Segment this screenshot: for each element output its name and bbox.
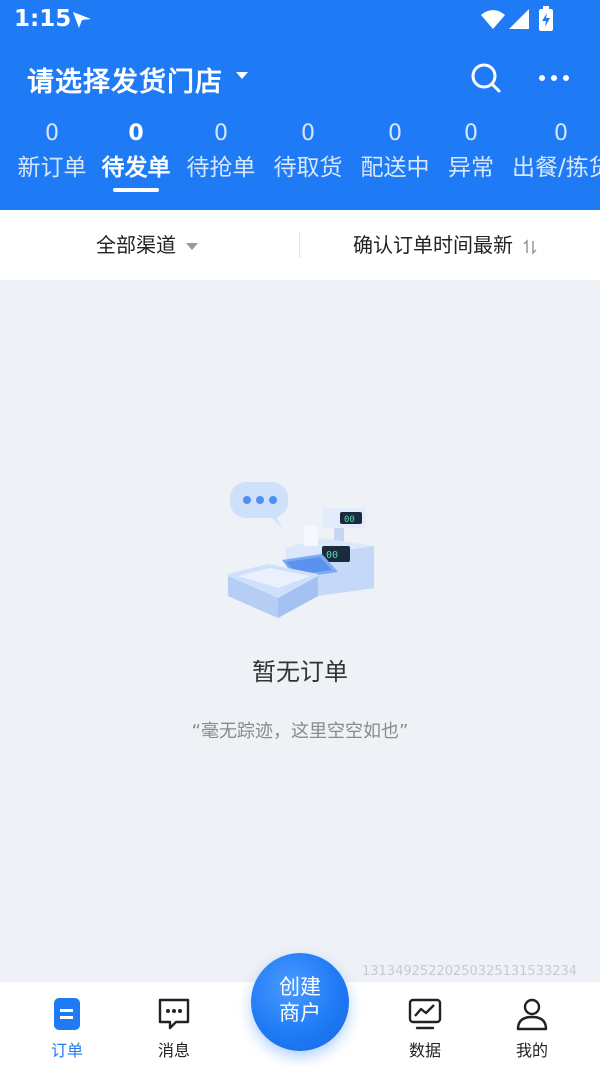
- nav-data[interactable]: 数据: [385, 982, 465, 1066]
- tab-exception[interactable]: 0 异常: [441, 118, 501, 198]
- tab-label: 出餐/拣货: [512, 155, 600, 181]
- orders-icon: [54, 998, 80, 1030]
- store-title: 请选择发货门店: [27, 67, 223, 98]
- nav-orders-label: 订单: [50, 1041, 83, 1060]
- tab-pending-dispatch[interactable]: 0 待发单: [96, 118, 176, 198]
- nav-data-label: 数据: [408, 1041, 441, 1060]
- more-button[interactable]: [532, 58, 576, 98]
- tab-label: 新订单: [17, 155, 87, 181]
- tab-pending-grab[interactable]: 0 待抢单: [181, 118, 261, 198]
- tab-count: 0: [388, 121, 402, 146]
- tab-count: 0: [554, 121, 568, 146]
- empty-state: 00 00 暂无订单 “毫无踪迹，这里空空如也” 131349252202503…: [0, 280, 600, 982]
- empty-title: 暂无订单: [252, 658, 348, 686]
- filter-divider: [299, 232, 300, 258]
- wifi-icon: [481, 10, 505, 29]
- caret-down-icon: [186, 242, 199, 250]
- tab-label: 配送中: [360, 155, 430, 181]
- tab-count: 0: [464, 121, 478, 146]
- channel-filter[interactable]: 全部渠道: [96, 210, 199, 280]
- sort-filter-label: 确认订单时间最新: [353, 233, 513, 257]
- tab-delivering[interactable]: 0 配送中: [355, 118, 435, 198]
- signal-icon: [509, 9, 529, 29]
- message-icon: [158, 998, 190, 1030]
- tab-label: 待取货: [273, 155, 343, 181]
- tab-label: 异常: [448, 155, 494, 181]
- status-time: 1:15: [14, 6, 72, 32]
- svg-text:00: 00: [344, 515, 355, 525]
- active-tab-indicator: [113, 188, 159, 192]
- battery-icon: [539, 6, 553, 31]
- send-icon: [73, 12, 91, 28]
- create-merchant-button[interactable]: 创建 商户: [251, 953, 349, 1051]
- tab-count: 0: [214, 121, 228, 146]
- svg-text:00: 00: [326, 550, 338, 561]
- create-merchant-label-line2: 商户: [279, 1001, 321, 1025]
- sort-filter[interactable]: 确认订单时间最新: [353, 210, 537, 280]
- caret-down-icon: [236, 72, 248, 79]
- tab-count: 0: [45, 121, 59, 146]
- tab-label: 待抢单: [186, 155, 256, 181]
- tab-count: 0: [128, 121, 144, 146]
- title-bar: 请选择发货门店: [0, 50, 600, 106]
- nav-mine-label: 我的: [515, 1041, 548, 1060]
- sort-arrows-icon: [523, 238, 537, 255]
- channel-filter-label: 全部渠道: [96, 233, 176, 257]
- search-button[interactable]: [466, 58, 506, 98]
- order-status-tabs: 0 新订单 0 待发单 0 待抢单 0 待取货 0 配送中 0 异常 0 出餐/…: [0, 118, 600, 198]
- data-chart-icon: [408, 998, 442, 1030]
- create-merchant-label-line1: 创建: [279, 975, 321, 999]
- tab-pending-pickup[interactable]: 0 待取货: [268, 118, 348, 198]
- tab-meal-picking[interactable]: 0 出餐/拣货: [512, 118, 600, 198]
- tab-label: 待发单: [101, 155, 171, 181]
- nav-messages-label: 消息: [157, 1041, 190, 1060]
- header: 1:15 请选择发货门店 0 新订单 0 待发单 0 待抢单 0 待取货 0 配…: [0, 0, 600, 210]
- tab-new-orders[interactable]: 0 新订单: [12, 118, 92, 198]
- user-profile-icon: [516, 998, 548, 1031]
- nav-messages[interactable]: 消息: [134, 982, 214, 1066]
- more-dots-icon: [539, 75, 569, 81]
- status-bar: 1:15: [0, 0, 600, 40]
- empty-subtitle: “毫无踪迹，这里空空如也”: [191, 721, 409, 742]
- filter-bar: 全部渠道 确认订单时间最新: [0, 210, 600, 280]
- cash-register-illustration: 00 00: [228, 482, 374, 618]
- nav-mine[interactable]: 我的: [492, 982, 572, 1066]
- nav-orders[interactable]: 订单: [27, 982, 107, 1066]
- search-icon: [471, 63, 501, 93]
- watermark-id: 13134925220250325131533234: [362, 964, 578, 979]
- tab-count: 0: [301, 121, 315, 146]
